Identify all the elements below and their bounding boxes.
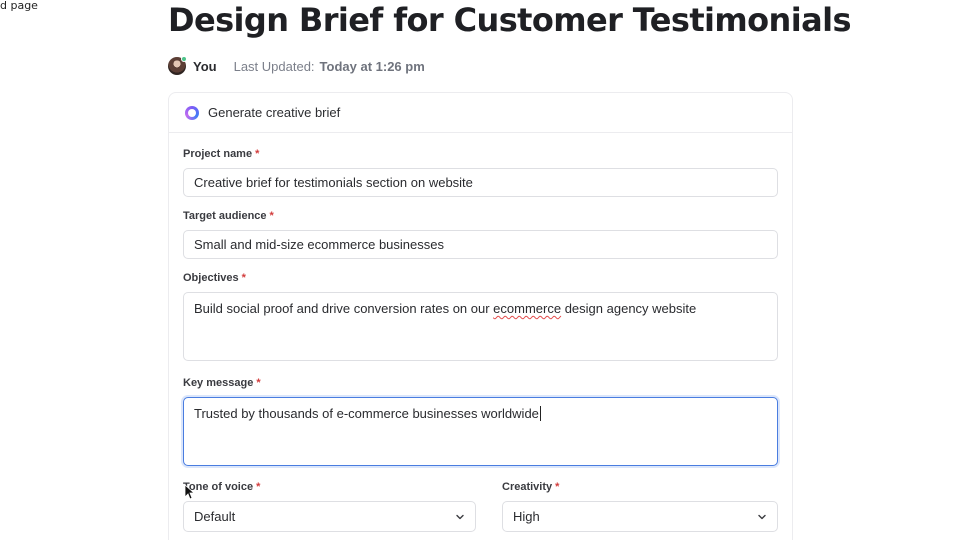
project-name-label: Project name *: [183, 148, 259, 160]
required-marker: *: [555, 481, 560, 493]
required-marker: *: [256, 377, 261, 389]
spellcheck-word: ecommerce: [493, 301, 562, 316]
page: d page Design Brief for Customer Testimo…: [0, 0, 960, 540]
last-updated-value: Today at 1:26 pm: [319, 58, 425, 74]
creativity-select[interactable]: High: [502, 501, 778, 532]
creativity-label-text: Creativity: [502, 481, 553, 493]
author-name: You: [193, 58, 217, 74]
form-header: Generate creative brief: [169, 93, 792, 133]
project-name-input[interactable]: Creative brief for testimonials section …: [183, 168, 778, 197]
page-title: Design Brief for Customer Testimonials: [168, 1, 851, 39]
ai-sparkle-icon: [185, 105, 199, 120]
tone-of-voice-label: Tone of voice *: [183, 481, 260, 493]
creativity-label: Creativity *: [502, 481, 559, 493]
required-marker: *: [256, 481, 261, 493]
tone-of-voice-value: Default: [194, 509, 236, 524]
key-message-label-text: Key message: [183, 377, 254, 389]
objectives-text: Build social proof and drive conversion …: [194, 301, 494, 316]
breadcrumb[interactable]: d page: [0, 0, 38, 12]
tone-of-voice-select[interactable]: Default: [183, 501, 476, 532]
target-audience-label: Target audience *: [183, 210, 274, 222]
last-updated-label: Last Updated:: [233, 58, 315, 74]
chevron-down-icon: [758, 514, 766, 519]
required-marker: *: [241, 272, 246, 284]
objectives-label: Objectives *: [183, 272, 246, 284]
page-meta: You Last Updated: Today at 1:26 pm: [168, 56, 425, 75]
project-name-label-text: Project name: [183, 148, 253, 160]
mouse-pointer-icon: [184, 484, 194, 500]
creativity-value: High: [513, 509, 540, 524]
required-marker: *: [269, 210, 274, 222]
objectives-textarea[interactable]: Build social proof and drive conversion …: [183, 292, 778, 361]
required-marker: *: [255, 148, 260, 160]
key-message-textarea[interactable]: Trusted by thousands of e-commerce busin…: [183, 397, 778, 466]
online-status-icon: [181, 56, 187, 62]
key-message-label: Key message *: [183, 377, 261, 389]
text-caret: [539, 406, 541, 421]
target-audience-label-text: Target audience: [183, 210, 267, 222]
form-title: Generate creative brief: [208, 105, 341, 120]
objectives-text-end: design agency website: [561, 301, 697, 316]
creative-brief-form: Generate creative brief Project name * Cr…: [168, 92, 793, 540]
target-audience-input[interactable]: Small and mid-size ecommerce businesses: [183, 230, 778, 259]
key-message-text: Trusted by thousands of e-commerce busin…: [194, 406, 539, 421]
chevron-down-icon: [456, 514, 464, 519]
objectives-label-text: Objectives: [183, 272, 239, 284]
avatar[interactable]: [168, 56, 187, 75]
